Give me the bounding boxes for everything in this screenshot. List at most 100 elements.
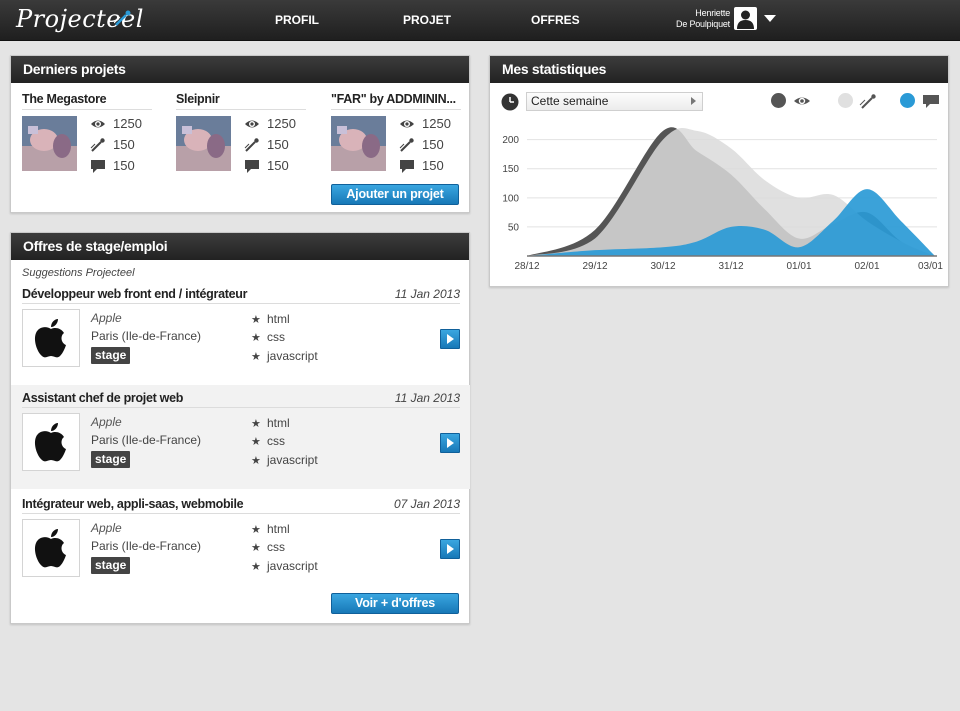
nav-profil[interactable]: PROFIL (275, 13, 319, 27)
user-menu-chevron-down-icon[interactable] (764, 15, 776, 22)
eye-icon (245, 120, 259, 128)
clock-icon (501, 93, 519, 111)
y-tick-label: 100 (502, 193, 519, 204)
project-card[interactable]: The Megastore 1250 150 150 (22, 92, 152, 173)
project-card[interactable]: Sleipnir 1250 150 150 (176, 92, 306, 173)
offer-title[interactable]: Assistant chef de projet web (22, 391, 183, 405)
project-views: 1250 (267, 116, 296, 131)
x-tick-label: 29/12 (582, 261, 607, 271)
period-select[interactable]: Cette semaine (526, 92, 703, 111)
user-avatar-icon[interactable] (734, 7, 757, 30)
offer-title[interactable]: Développeur web front end / intégrateur (22, 287, 247, 301)
skill-tag: ★ css (251, 540, 285, 554)
offer-item[interactable]: Assistant chef de projet web 11 Jan 2013… (11, 385, 470, 489)
apple-logo-icon (34, 529, 66, 568)
open-offer-play-icon[interactable] (440, 539, 460, 559)
offer-item[interactable]: Intégrateur web, appli-saas, webmobile 0… (11, 491, 470, 595)
company-logo (22, 309, 80, 367)
stats-panel-title: Mes statistiques (490, 56, 948, 83)
divider (22, 303, 460, 304)
skill-tag: ★ javascript (251, 559, 318, 573)
open-offer-play-icon[interactable] (440, 329, 460, 349)
apple-logo-icon (34, 319, 66, 358)
project-card[interactable]: "FAR" by ADDMININ... 1250 150 150 (331, 92, 461, 173)
eye-icon (794, 97, 810, 105)
star-icon: ★ (251, 314, 261, 326)
pen-logo-icon (114, 10, 131, 26)
x-tick-label: 02/01 (854, 261, 879, 271)
project-thumbnail[interactable] (331, 116, 386, 171)
y-tick-label: 200 (502, 135, 519, 146)
comment-icon (400, 160, 414, 173)
projects-panel: Derniers projets The Megastore 1250 150 … (10, 55, 470, 213)
pen-icon (859, 94, 876, 109)
x-tick-label: 30/12 (650, 261, 675, 271)
x-tick-label: 01/01 (786, 261, 811, 271)
project-views: 1250 (422, 116, 451, 131)
skill-tag: ★ css (251, 330, 285, 344)
nav-projet[interactable]: PROJET (403, 13, 451, 27)
project-comments: 150 (113, 158, 135, 173)
offer-title[interactable]: Intégrateur web, appli-saas, webmobile (22, 497, 244, 511)
comment-icon (923, 95, 939, 108)
star-icon: ★ (251, 524, 261, 536)
company-name: Apple (91, 311, 122, 325)
views-legend-dot[interactable] (771, 93, 786, 108)
project-likes: 150 (113, 137, 135, 152)
star-icon: ★ (251, 332, 261, 344)
user-name[interactable]: Henriette De Poulpiquet (640, 8, 730, 30)
company-name: Apple (91, 415, 122, 429)
comments-legend-dot[interactable] (900, 93, 915, 108)
likes-legend-dot[interactable] (838, 93, 853, 108)
company-logo (22, 519, 80, 577)
divider (22, 407, 460, 408)
project-views: 1250 (113, 116, 142, 131)
period-value: Cette semaine (531, 94, 609, 108)
offer-date: 11 Jan 2013 (394, 287, 460, 301)
offers-panel-title: Offres de stage/emploi (11, 233, 469, 260)
project-title[interactable]: The Megastore (22, 92, 152, 110)
skill-tag: ★ javascript (251, 349, 318, 363)
offer-item[interactable]: Développeur web front end / intégrateur … (11, 281, 470, 385)
more-offers-button[interactable]: Voir + d'offres (331, 593, 459, 614)
x-tick-label: 28/12 (514, 261, 539, 271)
project-title[interactable]: "FAR" by ADDMININ... (331, 92, 461, 110)
add-project-button[interactable]: Ajouter un projet (331, 184, 459, 205)
apple-logo-icon (34, 423, 66, 462)
project-thumbnail[interactable] (176, 116, 231, 171)
open-offer-play-icon[interactable] (440, 433, 460, 453)
contract-type-badge: stage (91, 451, 131, 468)
star-icon: ★ (251, 561, 261, 573)
pen-icon (90, 138, 105, 152)
offer-location: Paris (Ile-de-France) (91, 539, 202, 553)
company-name: Apple (91, 521, 122, 535)
comment-icon (245, 160, 259, 173)
nav-offres[interactable]: OFFRES (531, 13, 580, 27)
skill-tag: ★ html (251, 522, 290, 536)
suggestions-label: Suggestions Projecteel (22, 267, 135, 279)
x-tick-label: 03/01 (918, 261, 943, 271)
offer-date: 07 Jan 2013 (393, 497, 460, 511)
offer-location: Paris (Ile-de-France) (91, 433, 202, 447)
star-icon: ★ (251, 418, 261, 430)
project-likes: 150 (267, 137, 289, 152)
offer-date: 11 Jan 2013 (394, 391, 460, 405)
project-title[interactable]: Sleipnir (176, 92, 306, 110)
comment-icon (91, 160, 105, 173)
skill-tag: ★ html (251, 312, 290, 326)
stats-area-chart: 50 100 150 200 28/12 29/12 30/12 31/12 01/01 02/0… (502, 127, 943, 271)
projects-panel-title: Derniers projets (11, 56, 469, 83)
x-tick-label: 31/12 (718, 261, 743, 271)
star-icon: ★ (251, 542, 261, 554)
contract-type-badge: stage (91, 347, 131, 364)
star-icon: ★ (251, 455, 261, 467)
project-thumbnail[interactable] (22, 116, 77, 171)
project-likes: 150 (422, 137, 444, 152)
divider (22, 513, 460, 514)
skill-tag: ★ javascript (251, 453, 318, 467)
offers-panel: Offres de stage/emploi Suggestions Proje… (10, 232, 470, 624)
skill-tag: ★ css (251, 434, 285, 448)
contract-type-badge: stage (91, 557, 131, 574)
top-navigation-bar: Projecteel PROFIL PROJET OFFRES Henriett… (0, 0, 960, 41)
project-comments: 150 (422, 158, 444, 173)
